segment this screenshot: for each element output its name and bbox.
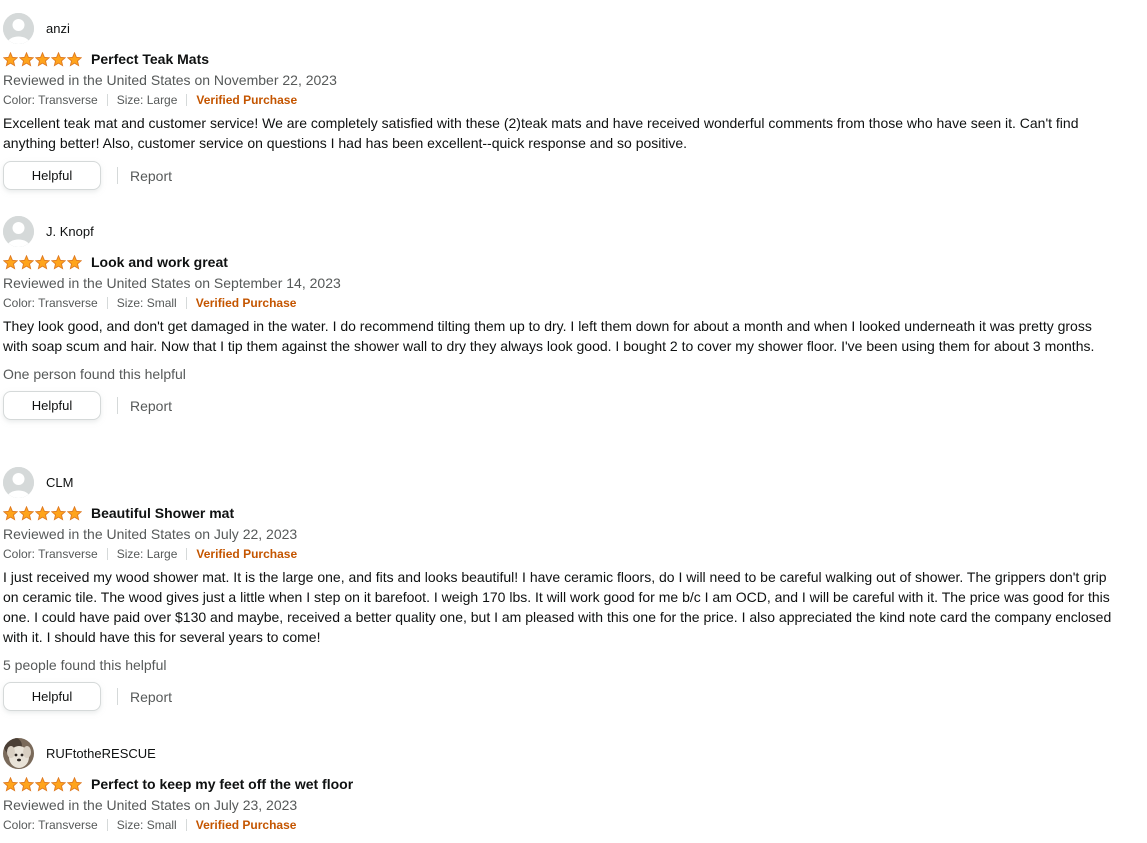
star-icon xyxy=(51,254,66,270)
star-rating[interactable] xyxy=(3,776,82,792)
review-profile[interactable]: CLM xyxy=(3,466,1115,498)
report-link[interactable]: Report xyxy=(130,168,172,184)
star-icon xyxy=(19,776,34,792)
review-date: Reviewed in the United States on Novembe… xyxy=(3,72,337,88)
divider xyxy=(185,819,187,831)
review-card: anzi Perfect Teak Mats Reviewed in the U… xyxy=(3,12,1115,190)
review-format: Color: Transverse Size: Small Verified P… xyxy=(3,815,1115,835)
verified-purchase-badge[interactable]: Verified Purchase xyxy=(196,90,297,110)
review-title[interactable]: Perfect Teak Mats xyxy=(91,51,209,67)
star-icon xyxy=(19,254,34,270)
divider xyxy=(117,397,118,414)
review-body: Excellent teak mat and customer service!… xyxy=(3,115,1079,151)
star-icon xyxy=(3,505,18,521)
review-profile[interactable]: anzi xyxy=(3,12,1115,44)
star-icon xyxy=(3,776,18,792)
divider xyxy=(106,819,108,831)
size-variant[interactable]: Size: Small xyxy=(117,293,177,313)
color-variant[interactable]: Color: Transverse xyxy=(3,544,98,564)
default-avatar-icon xyxy=(3,12,34,44)
review-date: Reviewed in the United States on July 23… xyxy=(3,797,298,813)
divider xyxy=(106,548,108,560)
star-icon xyxy=(35,51,50,67)
review-title[interactable]: Look and work great xyxy=(91,254,228,270)
review-format: Color: Transverse Size: Large Verified P… xyxy=(3,544,1115,564)
reviewer-name[interactable]: anzi xyxy=(46,21,70,36)
helpful-button[interactable]: Helpful xyxy=(3,682,101,711)
star-icon xyxy=(35,776,50,792)
reviewer-name[interactable]: CLM xyxy=(46,475,73,490)
color-variant[interactable]: Color: Transverse xyxy=(3,90,98,110)
verified-purchase-badge[interactable]: Verified Purchase xyxy=(196,544,297,564)
report-link[interactable]: Report xyxy=(130,398,172,414)
dog-photo-avatar-icon xyxy=(3,737,34,769)
divider xyxy=(117,688,118,705)
color-variant[interactable]: Color: Transverse xyxy=(3,293,98,313)
review-title[interactable]: Beautiful Shower mat xyxy=(91,505,234,521)
size-variant[interactable]: Size: Large xyxy=(117,544,178,564)
review-body: I just received my wood shower mat. It i… xyxy=(3,569,1112,645)
star-icon xyxy=(51,51,66,67)
avatar xyxy=(3,215,34,247)
default-avatar-icon xyxy=(3,466,34,498)
avatar xyxy=(3,737,34,769)
star-icon xyxy=(19,505,34,521)
review-card: RUFtotheRESCUE Perfect to keep my feet o… xyxy=(3,737,1115,835)
divider xyxy=(106,94,108,106)
report-link[interactable]: Report xyxy=(130,689,172,705)
star-icon xyxy=(19,51,34,67)
review-date: Reviewed in the United States on July 22… xyxy=(3,526,298,542)
review-body: They look good, and don't get damaged in… xyxy=(3,318,1095,354)
helpful-button[interactable]: Helpful xyxy=(3,391,101,420)
review-card: CLM Beautiful Shower mat Reviewed in the… xyxy=(3,466,1115,711)
color-variant[interactable]: Color: Transverse xyxy=(3,815,98,835)
star-icon xyxy=(3,51,18,67)
default-avatar-icon xyxy=(3,215,34,247)
divider xyxy=(117,167,118,184)
helpful-count: 5 people found this helpful xyxy=(3,657,167,673)
helpful-count: One person found this helpful xyxy=(3,366,186,382)
review-profile[interactable]: RUFtotheRESCUE xyxy=(3,737,1115,769)
star-icon xyxy=(51,776,66,792)
star-icon xyxy=(3,254,18,270)
reviews-list: anzi Perfect Teak Mats Reviewed in the U… xyxy=(0,0,1147,843)
review-profile[interactable]: J. Knopf xyxy=(3,215,1115,247)
divider xyxy=(186,548,188,560)
review-format: Color: Transverse Size: Large Verified P… xyxy=(3,90,1115,110)
review-date: Reviewed in the United States on Septemb… xyxy=(3,275,341,291)
avatar xyxy=(3,12,34,44)
helpful-button[interactable]: Helpful xyxy=(3,161,101,190)
star-icon xyxy=(67,51,82,67)
size-variant[interactable]: Size: Small xyxy=(117,815,177,835)
star-icon xyxy=(35,505,50,521)
divider xyxy=(186,94,188,106)
divider xyxy=(185,297,187,309)
star-rating[interactable] xyxy=(3,51,82,67)
star-icon xyxy=(51,505,66,521)
star-rating[interactable] xyxy=(3,254,82,270)
review-format: Color: Transverse Size: Small Verified P… xyxy=(3,293,1115,313)
reviewer-name[interactable]: RUFtotheRESCUE xyxy=(46,746,156,761)
divider xyxy=(106,297,108,309)
reviewer-name[interactable]: J. Knopf xyxy=(46,224,94,239)
star-rating[interactable] xyxy=(3,505,82,521)
review-card: J. Knopf Look and work great Reviewed in… xyxy=(3,215,1115,420)
verified-purchase-badge[interactable]: Verified Purchase xyxy=(196,815,297,835)
avatar xyxy=(3,466,34,498)
star-icon xyxy=(67,505,82,521)
review-title[interactable]: Perfect to keep my feet off the wet floo… xyxy=(91,776,353,792)
star-icon xyxy=(67,254,82,270)
star-icon xyxy=(35,254,50,270)
star-icon xyxy=(67,776,82,792)
size-variant[interactable]: Size: Large xyxy=(117,90,178,110)
verified-purchase-badge[interactable]: Verified Purchase xyxy=(196,293,297,313)
